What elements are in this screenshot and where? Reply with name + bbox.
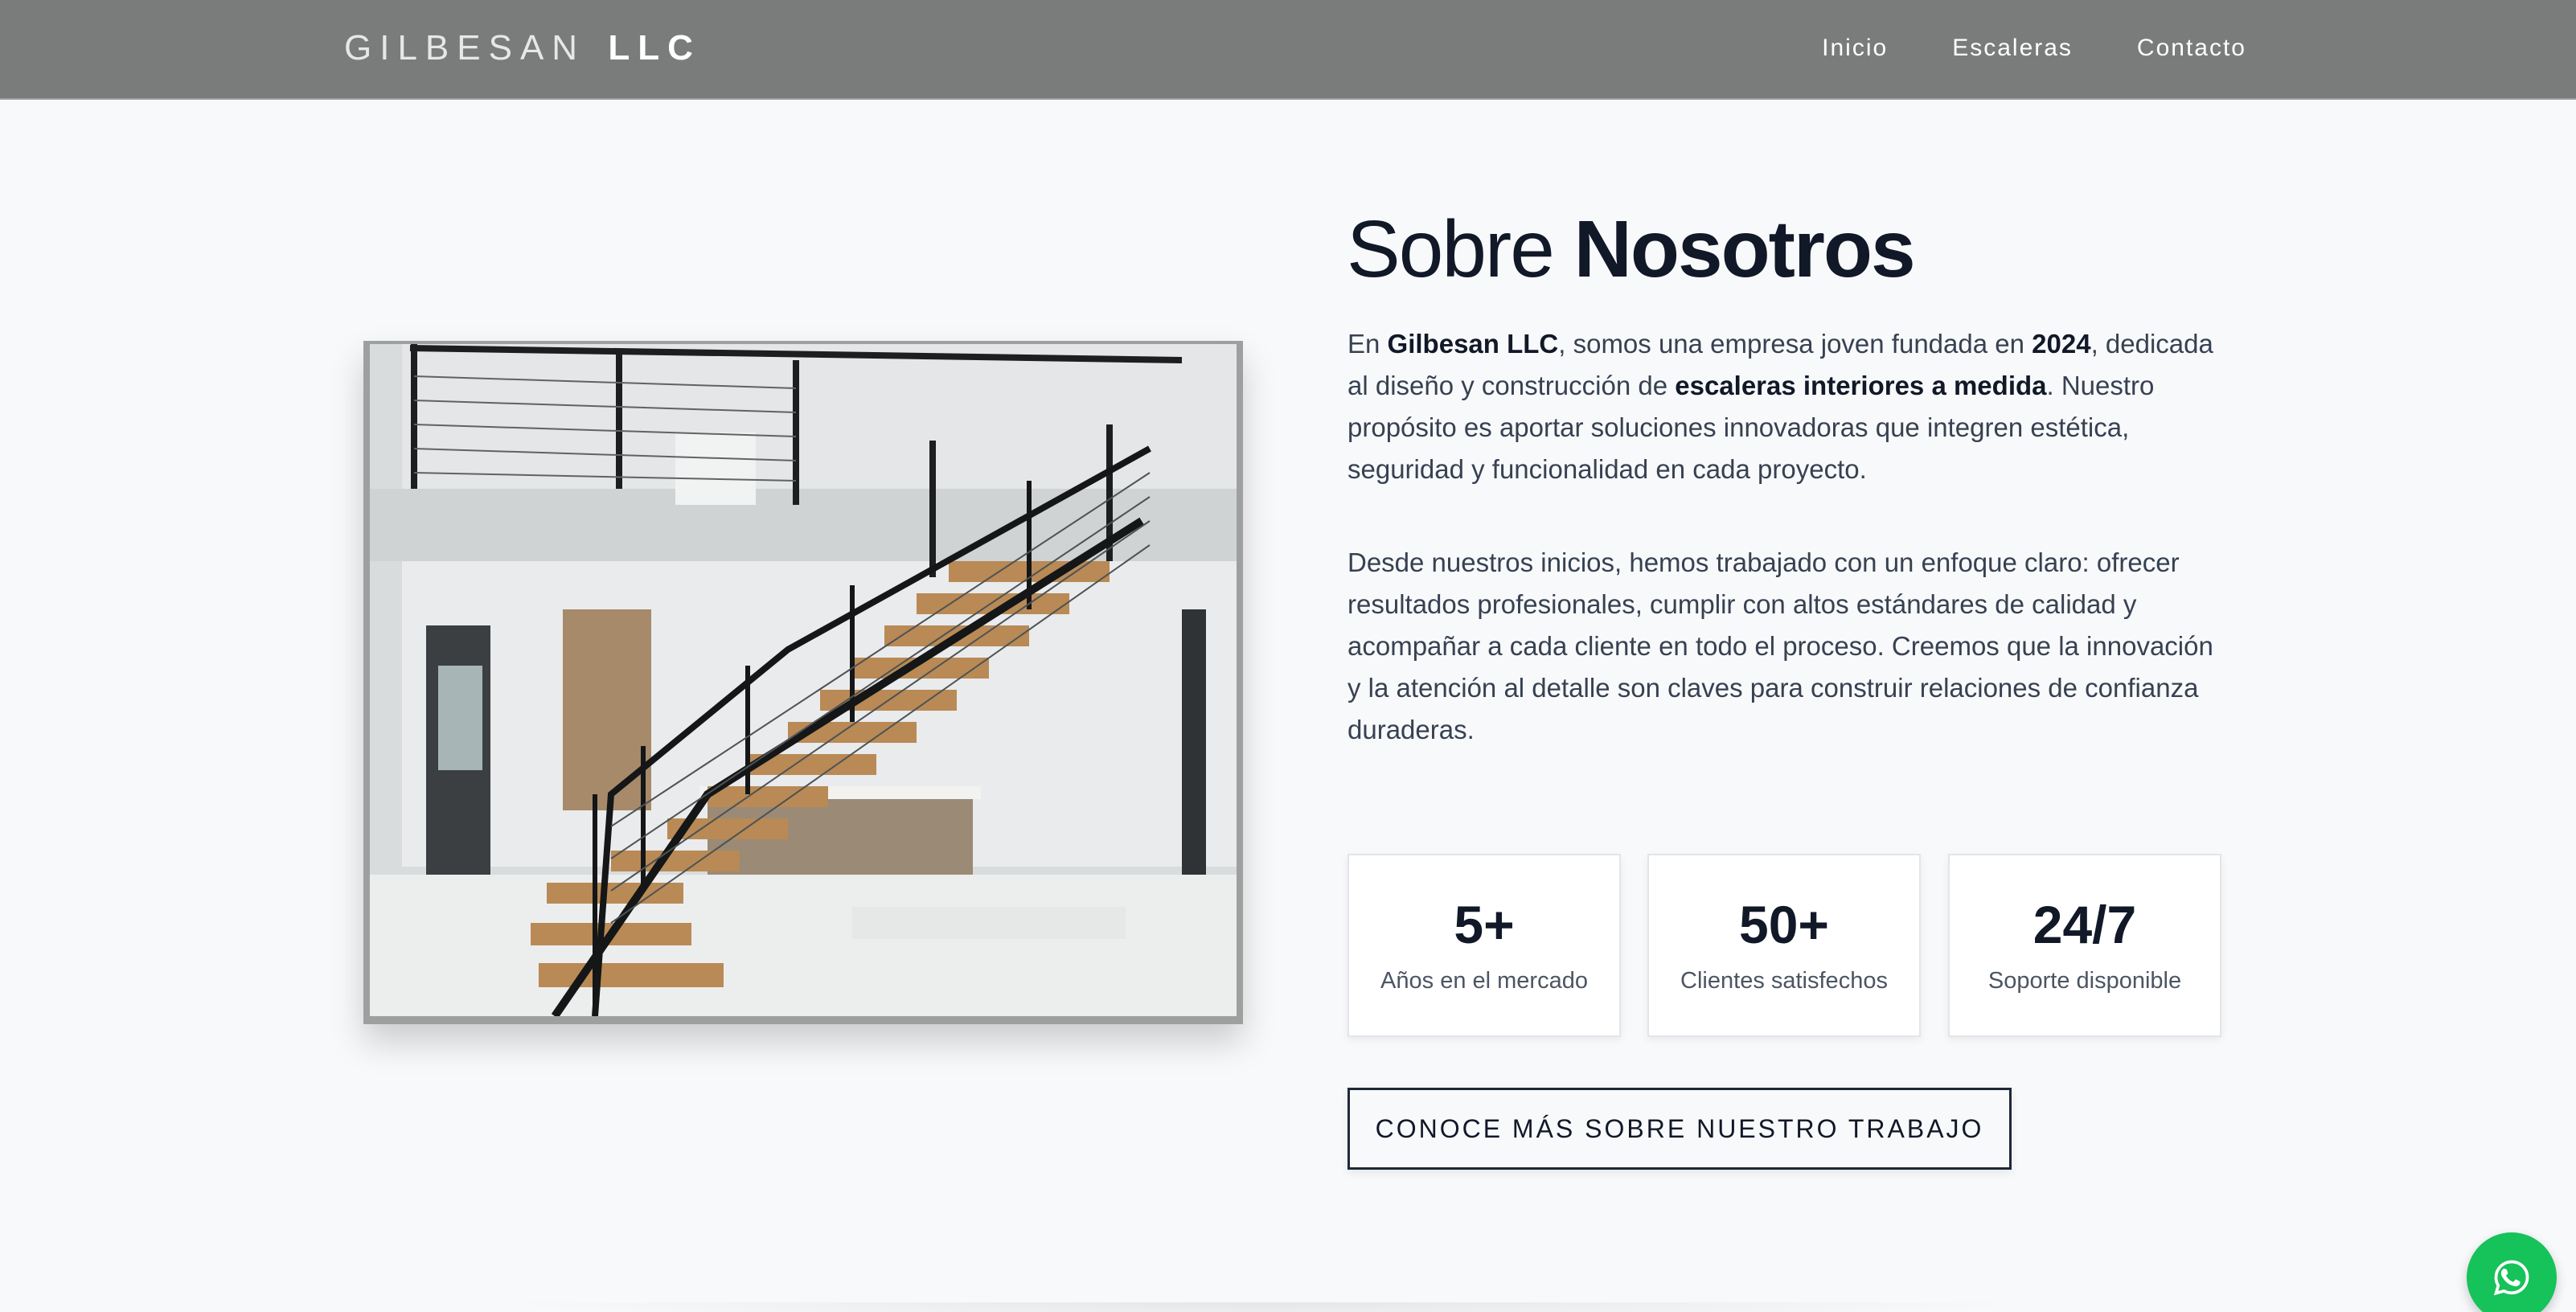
stat-label: Clientes satisfechos <box>1680 968 1888 994</box>
stat-value: 50+ <box>1739 895 1829 954</box>
nav-link-escaleras[interactable]: Escaleras <box>1952 32 2073 64</box>
learn-more-button[interactable]: CONOCE MÁS SOBRE NUESTRO TRABAJO <box>1347 1088 2012 1170</box>
staircase-illustration <box>370 344 1237 1016</box>
brand-name-light: GILBESAN <box>344 28 586 68</box>
p1-text-1: En <box>1347 329 1388 359</box>
p1-company-name: Gilbesan LLC <box>1387 329 1559 359</box>
brand-logo[interactable]: GILBESAN LLC <box>344 27 701 69</box>
nav-link-contacto[interactable]: Contacto <box>2137 32 2246 64</box>
nav-link-inicio[interactable]: Inicio <box>1822 32 1888 64</box>
whatsapp-button[interactable] <box>2467 1232 2557 1312</box>
p1-specialty: escaleras interiores a medida <box>1675 371 2047 400</box>
navbar: GILBESAN LLC Inicio Escaleras Contacto <box>0 0 2576 100</box>
heading-bold: Nosotros <box>1573 204 1916 294</box>
stat-label: Soporte disponible <box>1987 968 2182 994</box>
nav-menu: Inicio Escaleras Contacto <box>1822 32 2246 64</box>
staircase-photo-frame <box>363 341 1243 1024</box>
about-heading: Sobre Nosotros <box>1347 201 1916 297</box>
p1-text-2: , somos una empresa joven fundada en <box>1558 329 2032 359</box>
stat-value: 5+ <box>1454 895 1515 954</box>
about-paragraph-2: Desde nuestros inicios, hemos trabajado … <box>1347 547 2213 744</box>
about-paragraph-1: En Gilbesan LLC, somos una empresa joven… <box>1347 323 2232 490</box>
heading-light: Sobre <box>1347 204 1555 294</box>
brand-name-bold: LLC <box>608 28 701 68</box>
stat-card-support: 24/7 Soporte disponible <box>1948 854 2221 1037</box>
whatsapp-icon <box>2493 1260 2529 1296</box>
stat-value: 24/7 <box>2032 895 2137 954</box>
stat-card-years: 5+ Años en el mercado <box>1347 854 1621 1037</box>
stat-card-clients: 50+ Clientes satisfechos <box>1647 854 1921 1037</box>
p1-founded-year: 2024 <box>2032 329 2091 359</box>
stat-label: Años en el mercado <box>1380 968 1588 994</box>
next-section-shadow <box>498 1302 2026 1312</box>
staircase-photo <box>370 344 1237 1016</box>
